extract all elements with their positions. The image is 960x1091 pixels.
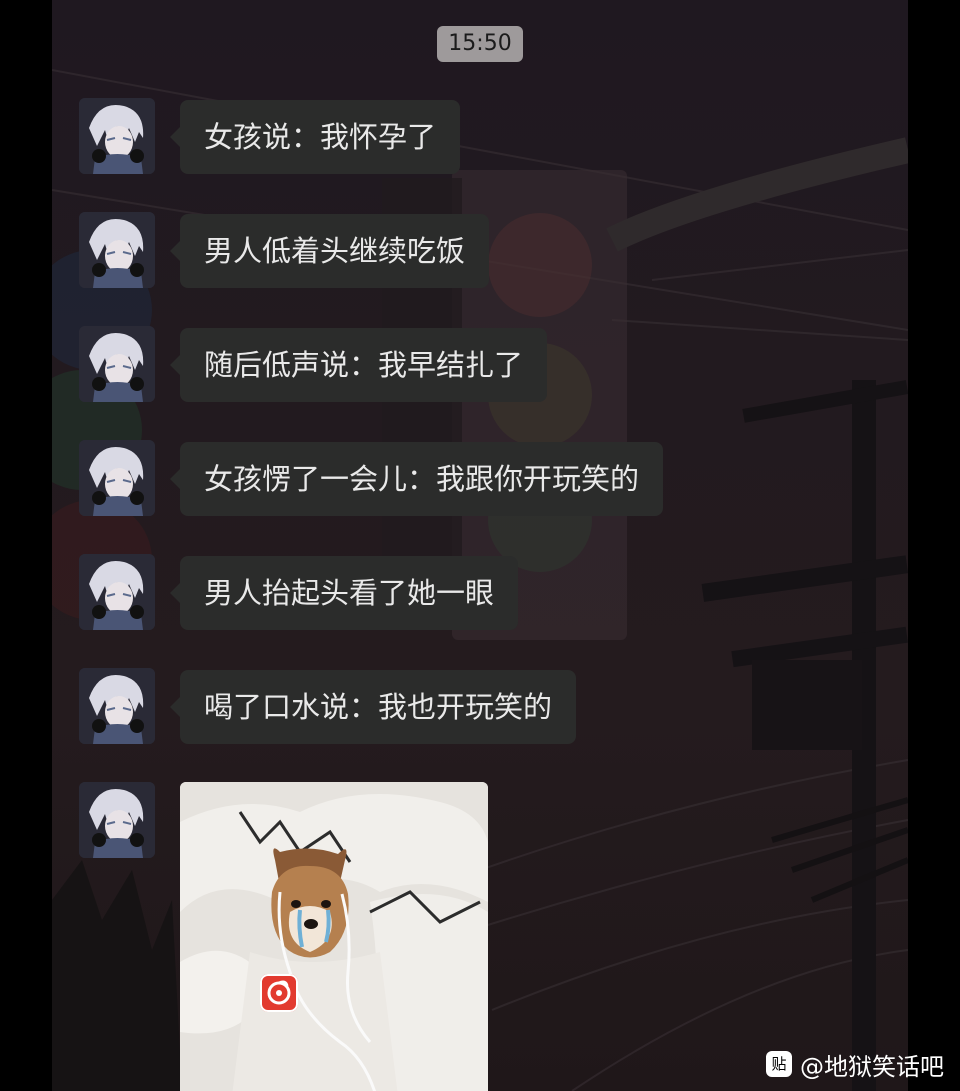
left-black-border — [0, 0, 52, 1091]
avatar[interactable] — [79, 440, 155, 516]
tieba-logo-glyph: 贴 — [771, 1055, 787, 1073]
timestamp-badge: 15:50 — [437, 26, 523, 62]
watermark-text: @地狱笑话吧 — [800, 1052, 944, 1081]
tieba-logo-icon: 贴 — [766, 1051, 792, 1077]
anime-avatar-icon — [79, 440, 155, 516]
crying-dog-image-icon — [180, 782, 488, 1091]
chat-screen[interactable]: 15:50 女孩说：我怀孕了 男人低着头继续吃饭 随后低声说：我早结扎了 女孩愣… — [52, 0, 908, 1091]
message-bubble[interactable]: 喝了口水说：我也开玩笑的 — [169, 670, 577, 744]
music-app-icon — [260, 974, 298, 1012]
avatar[interactable] — [79, 668, 155, 744]
message-bubble[interactable]: 女孩愣了一会儿：我跟你开玩笑的 — [169, 442, 664, 516]
anime-avatar-icon — [79, 98, 155, 174]
avatar[interactable] — [79, 782, 155, 858]
anime-avatar-icon — [79, 668, 155, 744]
image-message[interactable] — [180, 782, 488, 1091]
avatar[interactable] — [79, 212, 155, 288]
avatar[interactable] — [79, 98, 155, 174]
message-bubble[interactable]: 男人低着头继续吃饭 — [169, 214, 490, 288]
anime-avatar-icon — [79, 326, 155, 402]
anime-avatar-icon — [79, 554, 155, 630]
watermark: 贴 @地狱笑话吧 — [766, 1046, 944, 1082]
message-bubble[interactable]: 女孩说：我怀孕了 — [169, 100, 461, 174]
avatar[interactable] — [79, 554, 155, 630]
anime-avatar-icon — [79, 782, 155, 858]
message-bubble[interactable]: 男人抬起头看了她一眼 — [169, 556, 519, 630]
right-black-border — [908, 0, 960, 1091]
anime-avatar-icon — [79, 212, 155, 288]
message-bubble[interactable]: 随后低声说：我早结扎了 — [169, 328, 548, 402]
avatar[interactable] — [79, 326, 155, 402]
